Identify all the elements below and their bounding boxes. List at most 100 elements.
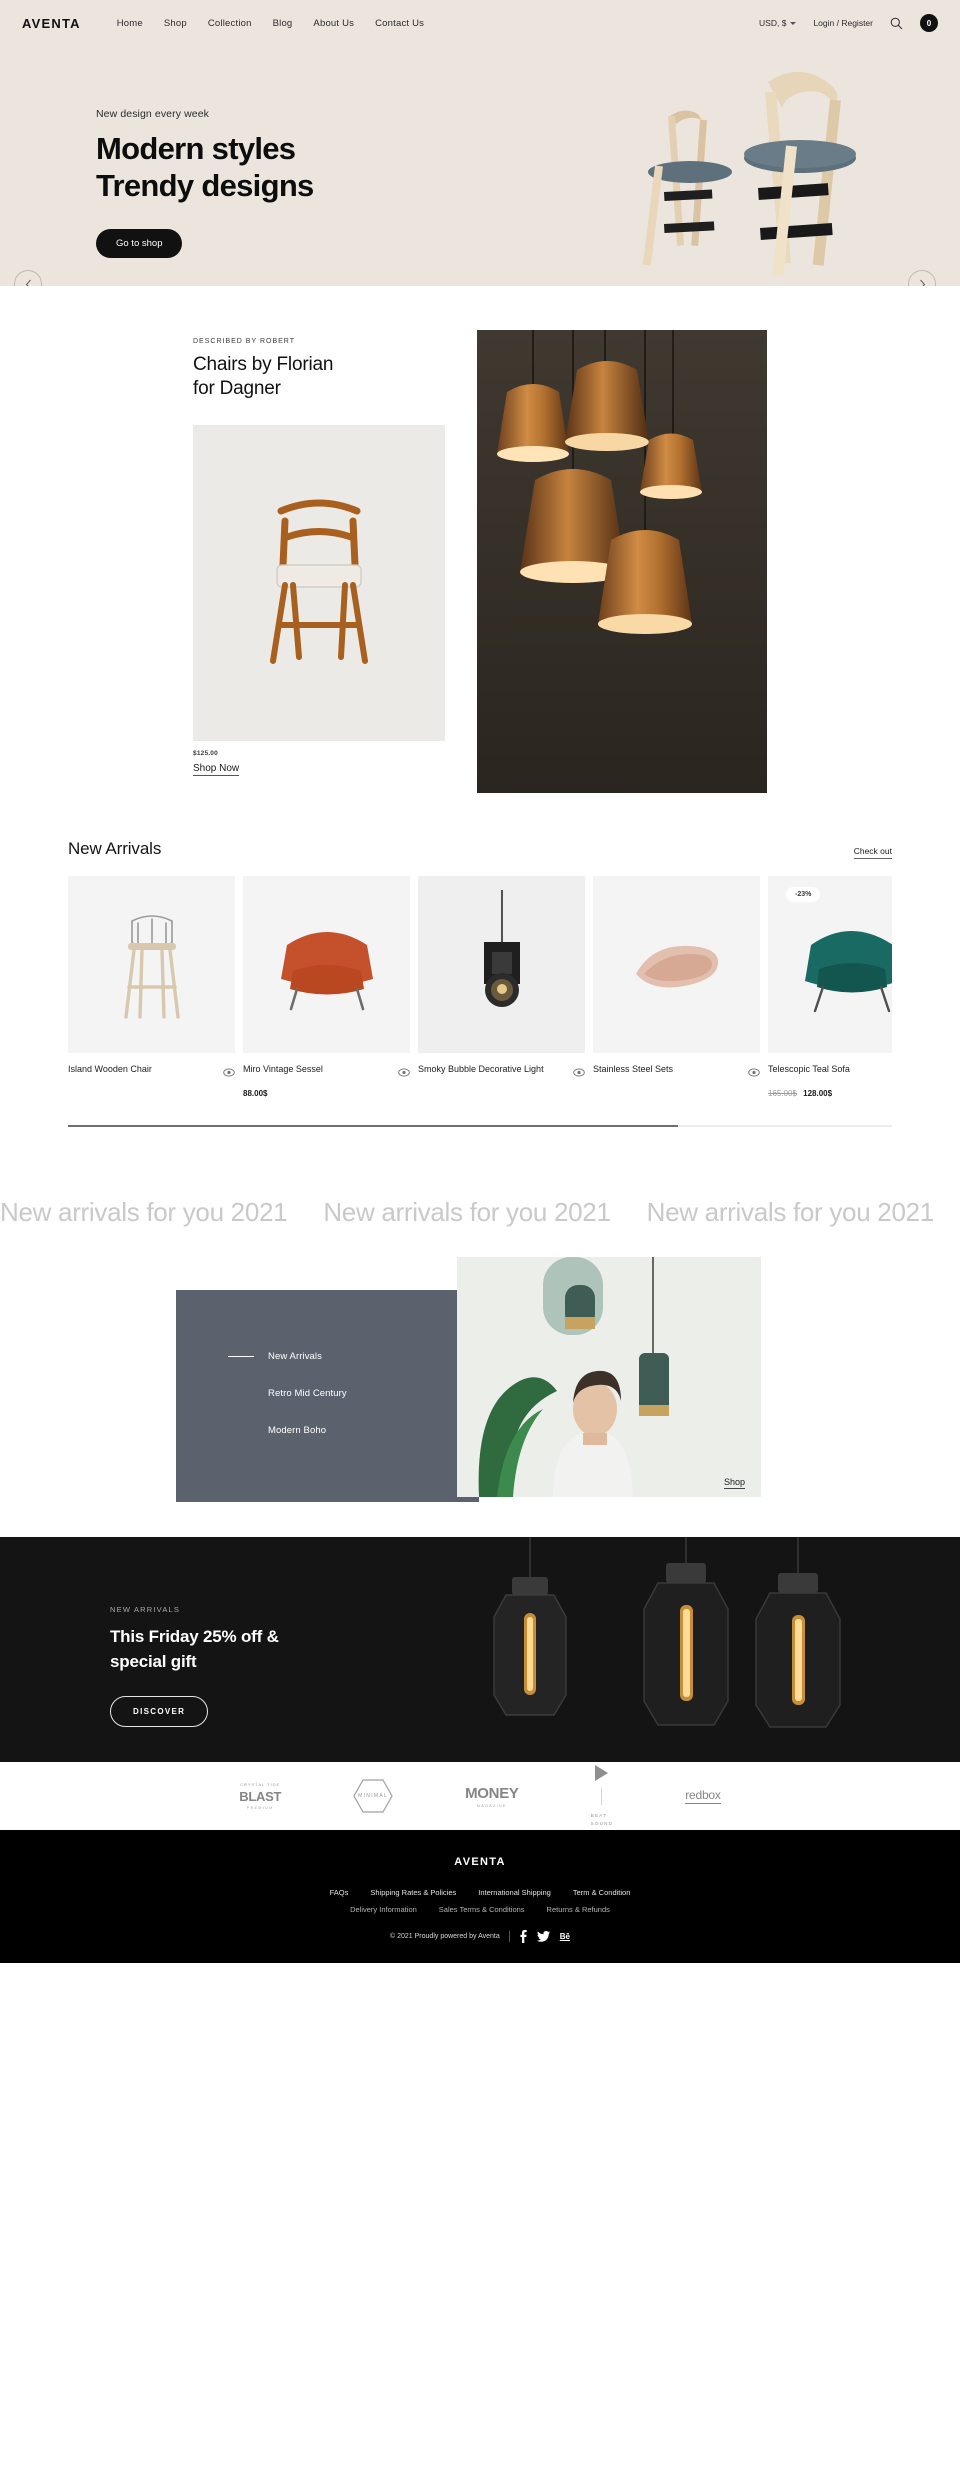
hexagon-icon: MINIMAL [353,1779,393,1813]
chevron-down-icon [790,21,797,25]
feature-title-line1: Chairs by Florian [193,354,334,375]
brand-logo-redbox[interactable]: redbox [685,1788,721,1804]
marquee-banner: New arrivals for you 2021 New arrivals f… [0,1183,960,1241]
hero-carousel: New design every week Modern styles Tren… [0,46,960,286]
miro-vintage-sessel-illustration [280,931,373,1010]
chevron-right-icon [919,279,925,286]
nav-item-blog[interactable]: Blog [273,18,293,29]
category-item-modern-boho[interactable]: Modern Boho [228,1425,479,1436]
brand-tagline-top: CRYSTAL TIDE [240,1782,281,1787]
category-item-retro-mid-century[interactable]: Retro Mid Century [228,1388,479,1399]
nav-item-home[interactable]: Home [117,18,143,29]
product-thumbnail[interactable] [418,876,585,1053]
marquee-text: New arrivals for you 2021 [0,1196,288,1227]
footer-link-faqs[interactable]: FAQs [330,1888,349,1897]
feature-lamps-image[interactable] [477,330,767,793]
go-to-shop-button[interactable]: Go to shop [96,228,183,258]
product-price-current: 128.00$ [803,1089,833,1098]
footer-link-delivery-information[interactable]: Delivery Information [350,1905,417,1914]
product-card[interactable]: -23% Telescopic Teal Sofa 165.00$ 128.00… [768,876,892,1098]
marquee-text: New arrivals for you 2021 [323,1196,611,1227]
brand-logo-blast[interactable]: CRYSTAL TIDE BLAST PREMIUM [239,1782,281,1810]
cart-button[interactable]: 0 [920,14,938,32]
product-thumbnail[interactable] [593,876,760,1053]
nav-item-collection[interactable]: Collection [208,18,252,29]
nav-item-shop[interactable]: Shop [164,18,187,29]
product-name: Miro Vintage Sessel [243,1064,323,1074]
facebook-icon[interactable] [519,1930,527,1943]
nav-item-about-us[interactable]: About Us [313,18,354,29]
divider [508,1931,510,1942]
promo-title: This Friday 25% off & special gift [110,1625,960,1674]
carousel-prev-button[interactable] [14,270,42,286]
product-card[interactable]: Miro Vintage Sessel 88.00$ [243,876,410,1098]
discover-button[interactable]: DISCOVER [110,1696,209,1728]
brand-tagline-bottom: MAGAZINE [476,1803,507,1808]
brand-tagline-bottom: PREMIUM [246,1806,274,1810]
product-name: Telescopic Teal Sofa [768,1064,850,1074]
hero-title-line2: Trendy designs [96,167,314,203]
site-header: AVENTA Home Shop Collection Blog About U… [0,0,960,46]
product-card[interactable]: Stainless Steel Sets [593,876,760,1098]
promo-content: NEW ARRIVALS This Friday 25% off & speci… [0,1537,960,1728]
product-thumbnail[interactable] [243,876,410,1053]
category-item-new-arrivals[interactable]: New Arrivals [228,1351,479,1362]
brand-name: BEAT [590,1813,608,1819]
category-showcase: New Arrivals Retro Mid Century Modern Bo… [0,1257,960,1502]
quick-view-eye-icon[interactable] [398,1064,410,1082]
quick-view-eye-icon[interactable] [223,1064,235,1082]
feature-title: Chairs by Florian for Dagner [193,353,453,401]
brand-logo-minimal[interactable]: MINIMAL [353,1779,393,1813]
product-card[interactable]: Island Wooden Chair [68,876,235,1098]
login-register-link[interactable]: Login / Register [813,18,873,28]
footer-link-international-shipping[interactable]: International Shipping [478,1888,551,1897]
category-shop-link[interactable]: Shop [723,1477,745,1489]
promo-banner: NEW ARRIVALS This Friday 25% off & speci… [0,1537,960,1762]
quick-view-eye-icon[interactable] [748,1064,760,1082]
category-label: Retro Mid Century [268,1388,347,1399]
header-actions: USD, $ Login / Register 0 [759,14,938,32]
product-thumbnail[interactable] [68,876,235,1053]
promo-kicker: NEW ARRIVALS [110,1605,181,1614]
product-thumbnail[interactable]: -23% [768,876,892,1053]
product-card[interactable]: Smoky Bubble Decorative Light [418,876,585,1098]
search-icon[interactable] [890,17,903,30]
divider [601,1788,603,1806]
feature-eyebrow: DESCRIBED BY ROBERT [193,338,295,345]
smoky-bubble-light-illustration [483,889,520,1007]
footer-logo[interactable]: AVENTA [0,1856,960,1868]
feature-chair-image[interactable] [193,424,445,741]
stainless-steel-sets-illustration [635,945,718,987]
product-meta: Smoky Bubble Decorative Light [418,1063,585,1082]
check-out-link[interactable]: Check out [853,846,892,859]
behance-icon[interactable]: Bē [560,1932,570,1941]
footer-link-shipping-rates[interactable]: Shipping Rates & Policies [370,1888,456,1897]
product-name: Stainless Steel Sets [593,1064,674,1074]
twitter-icon[interactable] [536,1931,550,1942]
social-links: Bē [519,1930,570,1943]
copper-pendant-lamps-illustration [477,330,767,793]
brand-logo-money[interactable]: MONEY MAGAZINE [465,1785,519,1808]
new-arrivals-section: New Arrivals Check out Island Wooden Cha… [68,839,892,1127]
category-hero-image[interactable]: Shop [457,1257,761,1497]
product-meta: Stainless Steel Sets [593,1063,760,1082]
chevron-left-icon [25,279,31,286]
currency-selector[interactable]: USD, $ [759,18,797,28]
footer-link-sales-terms-conditions[interactable]: Sales Terms & Conditions [439,1905,525,1914]
product-meta: Telescopic Teal Sofa [768,1063,892,1082]
carousel-scrollbar[interactable] [68,1125,892,1127]
promo-title-line2: special gift [110,1651,197,1671]
footer-link-term-condition[interactable]: Term & Condition [573,1888,631,1897]
footer-link-returns-refunds[interactable]: Returns & Refunds [547,1905,610,1914]
product-price: 88.00$ [243,1089,410,1098]
carousel-scrollbar-thumb[interactable] [68,1125,678,1127]
discount-badge: -23% [786,887,821,902]
site-logo[interactable]: AVENTA [22,16,81,31]
quick-view-eye-icon[interactable] [573,1064,585,1082]
brand-logo-beat-sound[interactable]: BEAT SOUND [591,1765,614,1827]
site-footer: AVENTA FAQs Shipping Rates & Policies In… [0,1830,960,1963]
feature-shop-now-link[interactable]: Shop Now [193,763,240,776]
nav-item-contact-us[interactable]: Contact Us [375,18,424,29]
play-icon [595,1765,609,1782]
product-meta: Miro Vintage Sessel [243,1063,410,1082]
